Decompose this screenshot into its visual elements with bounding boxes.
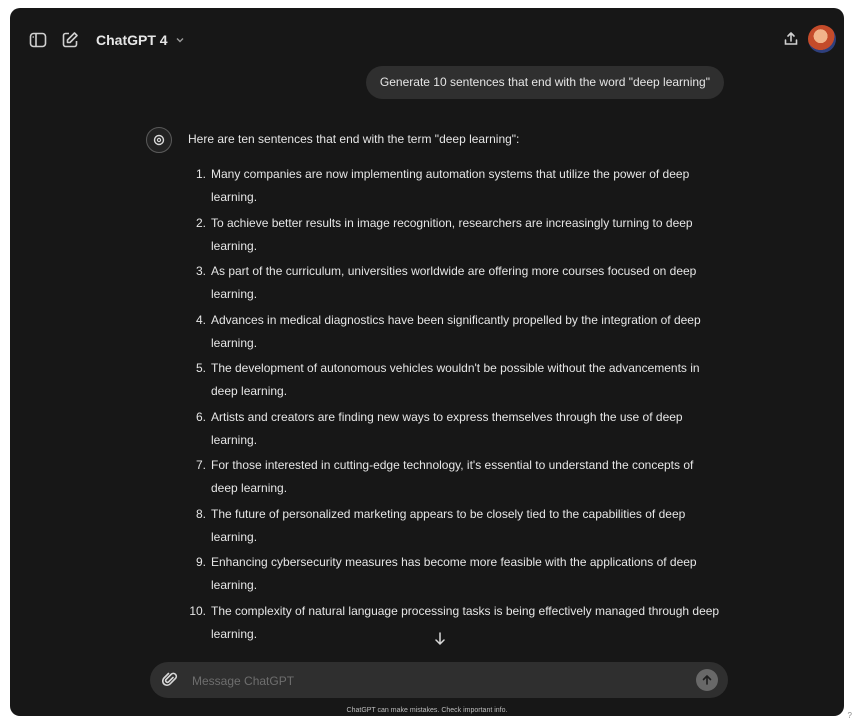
chevron-down-icon [176, 38, 184, 43]
sentence-line: Enhancing cybersecurity measures has bec… [211, 555, 697, 569]
sentence-line: learning. [211, 287, 258, 301]
arrow-up-icon [702, 675, 712, 685]
top-bar: ChatGPT 4 [10, 8, 844, 72]
list-item: 4. Advances in medical diagnostics have b… [188, 309, 748, 358]
list-number: 10. [189, 603, 206, 618]
list-number: 2. [195, 215, 206, 230]
sentence-line: learning. [211, 578, 258, 592]
sentence-line: The development of autonomous vehicles w… [211, 361, 700, 375]
paperclip-icon[interactable] [162, 671, 178, 689]
sentence-line: To achieve better results in image recog… [211, 215, 693, 230]
list-number: 7. [195, 458, 206, 472]
list-item: 6. Artists and creators are finding new w… [188, 406, 748, 455]
sentence-line: Advances in medical diagnostics have bee… [211, 312, 701, 327]
assistant-avatar [146, 127, 172, 153]
list-number: 6. [195, 409, 206, 424]
list-item: 7. For those interested in cutting-edge t… [188, 454, 748, 503]
list-number: 3. [195, 264, 206, 278]
sentence-line: learning. [211, 432, 258, 447]
user-avatar[interactable] [808, 25, 836, 53]
message-composer [150, 662, 728, 698]
sentence-line: As part of the curriculum, universities … [211, 264, 697, 278]
sentence-line: Artists and creators are finding new way… [211, 409, 683, 424]
disclaimer-text: ChatGPT can make mistakes. Check importa… [346, 707, 508, 714]
list-item: 5. The development of autonomous vehicles… [188, 357, 748, 406]
list-number: 5. [195, 361, 206, 375]
list-item: 9. Enhancing cybersecurity measures has b… [188, 551, 748, 600]
share-icon[interactable] [782, 30, 800, 48]
list-number: 1. [195, 167, 206, 181]
sentence-line: deep learning. [211, 481, 288, 495]
sentence-line: learning. [211, 626, 258, 641]
chat-window: ChatGPT 4 Generate 10 sentences that end… [10, 8, 844, 716]
assistant-intro: Here are ten sentences that end with the… [188, 132, 520, 146]
list-number: 8. [195, 506, 206, 521]
send-button[interactable] [696, 669, 718, 691]
sentence-line: learning. [211, 190, 258, 204]
model-name: ChatGPT 4 [96, 32, 168, 48]
list-item: 1. Many companies are now implementing au… [188, 163, 748, 212]
list-number: 4. [195, 312, 206, 327]
sentence-line: learning. [211, 529, 258, 544]
sentence-line: learning. [211, 238, 258, 253]
message-input[interactable] [190, 668, 674, 694]
list-item: 3. As part of the curriculum, universitie… [188, 260, 748, 309]
arrow-down-icon[interactable] [432, 630, 448, 648]
list-number: 9. [195, 555, 206, 569]
list-item: 10. The complexity of natural language pr… [188, 600, 748, 649]
new-chat-icon[interactable] [60, 30, 80, 50]
user-message: Generate 10 sentences that end with the … [365, 66, 724, 99]
model-selector[interactable]: ChatGPT 4 [96, 32, 186, 48]
sidebar-toggle-icon[interactable] [28, 30, 48, 50]
sentence-line: learning. [211, 335, 258, 350]
sentence-line: Many companies are now implementing auto… [211, 167, 690, 181]
sentence-line: The complexity of natural language proce… [211, 603, 720, 618]
sentence-line: For those interested in cutting-edge tec… [211, 458, 694, 472]
list-item: 2. To achieve better results in image rec… [188, 212, 748, 261]
list-item: 8. The future of personalized marketing a… [188, 503, 748, 552]
openai-logo-icon [153, 134, 165, 146]
sentence-list: 1. Many companies are now implementing au… [188, 163, 748, 648]
sentence-line: The future of personalized marketing app… [211, 506, 686, 521]
help-button[interactable]: ? [848, 711, 852, 720]
sentence-line: deep learning. [211, 384, 288, 398]
